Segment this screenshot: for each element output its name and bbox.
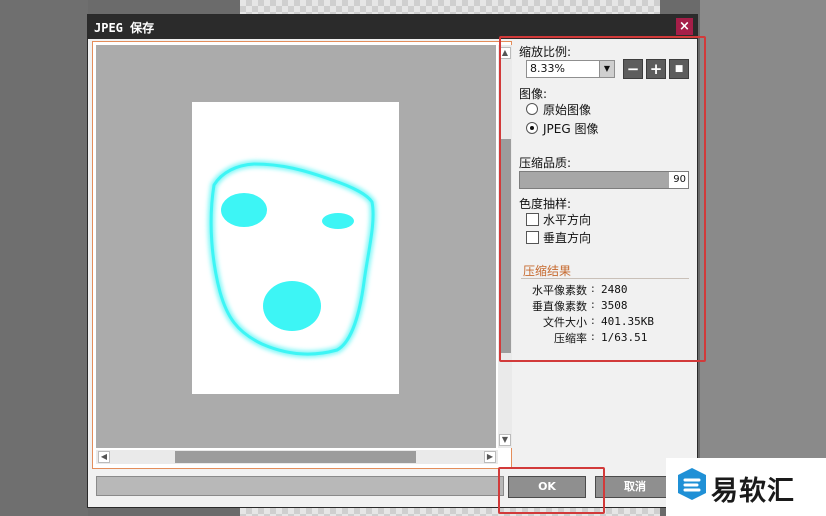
radio-jpeg-image[interactable]	[526, 122, 538, 134]
scroll-up-icon[interactable]: ▲	[499, 47, 511, 59]
close-icon[interactable]: ×	[676, 18, 693, 35]
result-value: 3508	[601, 299, 628, 312]
cancel-button[interactable]: 取消	[595, 476, 675, 498]
result-colon: :	[591, 282, 595, 295]
checkbox-vertical[interactable]	[526, 231, 539, 244]
zoom-select[interactable]: 8.33% ▼	[526, 60, 615, 78]
zoom-in-button[interactable]: +	[646, 59, 666, 79]
result-key: 压缩率	[554, 332, 587, 345]
brand-logo-icon	[678, 468, 706, 500]
transparent-canvas-bottom	[240, 508, 660, 516]
quality-label: 压缩品质:	[519, 156, 572, 170]
dialog-title: JPEG 保存	[94, 21, 155, 35]
result-value: 1/63.51	[601, 331, 648, 344]
preview-frame: ▲ ▼ ◀ ▶	[92, 41, 512, 469]
scroll-right-icon[interactable]: ▶	[484, 451, 496, 463]
result-key: 文件大小	[543, 316, 587, 329]
zoom-out-button[interactable]: −	[623, 59, 643, 79]
radio-original-image[interactable]	[526, 103, 538, 115]
watermark: 易软汇	[666, 458, 826, 516]
vertical-scrollbar[interactable]: ▲ ▼	[498, 45, 512, 448]
result-value: 2480	[601, 283, 628, 296]
result-value: 401.35KB	[601, 315, 654, 328]
progress-bar	[96, 476, 504, 496]
scroll-left-icon[interactable]: ◀	[98, 451, 110, 463]
result-title: 压缩结果	[523, 264, 572, 278]
quality-value[interactable]: 90	[669, 172, 688, 188]
right-eye	[322, 213, 354, 229]
preview-image	[192, 102, 399, 394]
zoom-label: 缩放比例:	[519, 45, 572, 59]
image-label: 图像:	[519, 87, 548, 101]
checkbox-horizontal-label: 水平方向	[543, 213, 592, 227]
zoom-value: 8.33%	[530, 62, 565, 75]
chroma-label: 色度抽样:	[519, 197, 572, 211]
vertical-scroll-thumb[interactable]	[499, 139, 511, 353]
result-key: 垂直像素数	[532, 300, 587, 313]
checkbox-vertical-label: 垂直方向	[543, 231, 592, 245]
radio-original-label: 原始图像	[543, 103, 592, 117]
zoom-fit-button[interactable]: ■	[669, 59, 689, 79]
quality-slider[interactable]: 90	[519, 171, 689, 189]
horizontal-scroll-thumb[interactable]	[175, 451, 416, 463]
checkbox-horizontal[interactable]	[526, 213, 539, 226]
ok-button[interactable]: OK	[508, 476, 586, 498]
background-right	[700, 0, 826, 516]
result-key: 水平像素数	[532, 284, 587, 297]
preview-viewport[interactable]	[96, 45, 496, 448]
result-colon: :	[591, 314, 595, 327]
left-eye	[221, 193, 267, 227]
chevron-down-icon[interactable]: ▼	[599, 61, 614, 77]
horizontal-scrollbar[interactable]: ◀ ▶	[96, 450, 498, 464]
jpeg-save-dialog: JPEG 保存 × ▲ ▼ ◀ ▶ 缩放比例: 8.33% ▼ − + ■ 图像…	[87, 14, 698, 508]
result-colon: :	[591, 330, 595, 343]
radio-jpeg-label: JPEG 图像	[543, 122, 599, 136]
settings-panel: 缩放比例: 8.33% ▼ − + ■ 图像: 原始图像 JPEG 图像 压缩品…	[516, 41, 694, 469]
result-colon: :	[591, 298, 595, 311]
face-drawing-image	[207, 160, 377, 358]
result-divider	[521, 278, 689, 279]
background-left	[0, 0, 88, 516]
title-bar[interactable]: JPEG 保存 ×	[88, 15, 697, 39]
watermark-text: 易软汇	[711, 476, 795, 507]
mouth	[263, 281, 321, 331]
scroll-down-icon[interactable]: ▼	[499, 434, 511, 446]
